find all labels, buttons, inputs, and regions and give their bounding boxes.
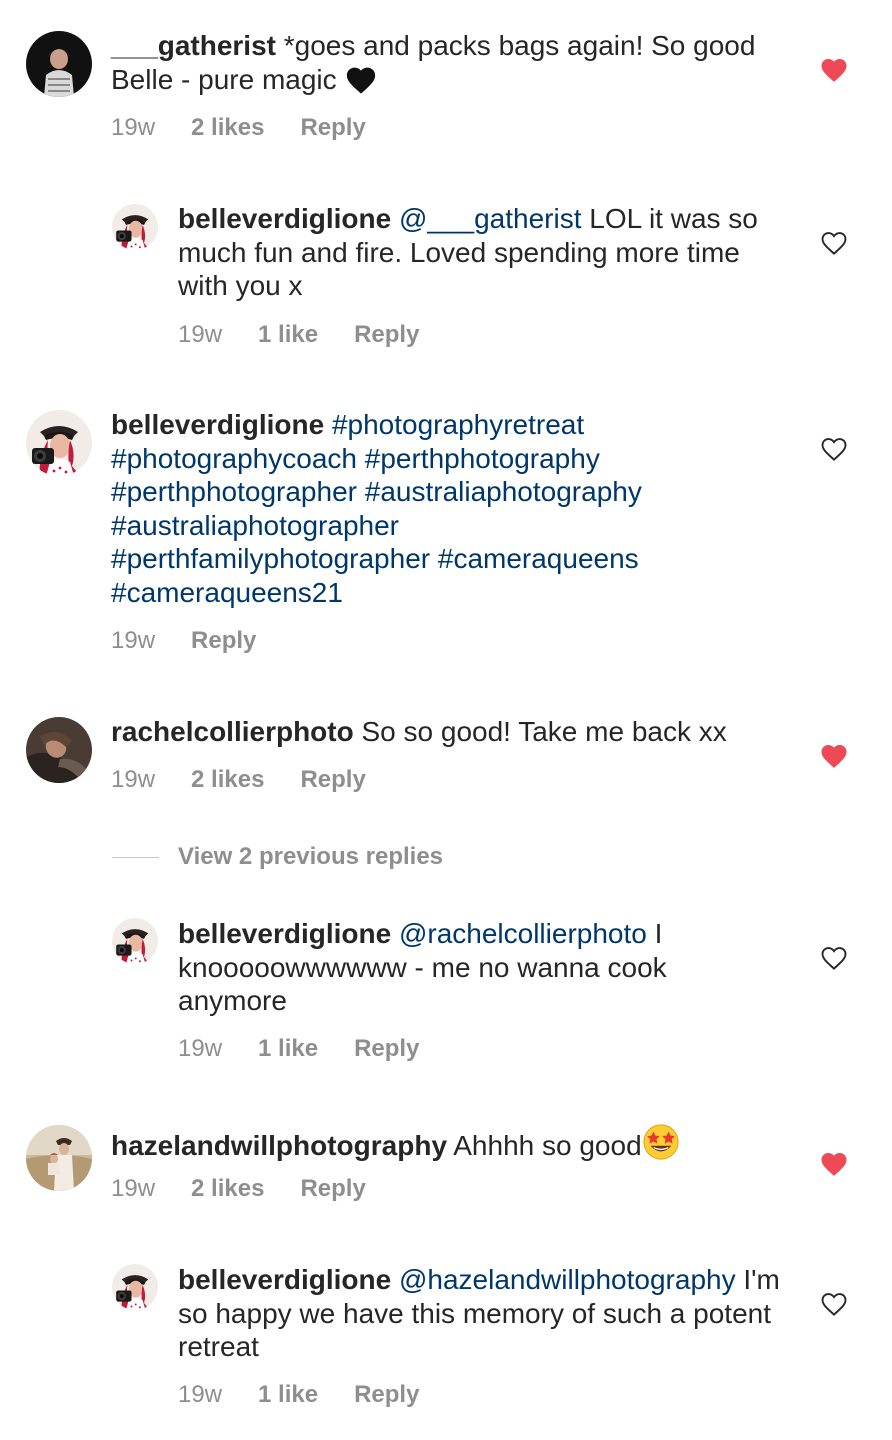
comment-text: Ahhhh so good [453, 1130, 642, 1161]
mention-link[interactable]: @___gatherist [399, 203, 582, 234]
comment-likes[interactable]: 2 likes [191, 765, 264, 795]
comment-body: hazelandwillphotography Ahhhh so good [111, 1123, 811, 1169]
avatar[interactable] [112, 918, 158, 964]
heart-outline-icon[interactable] [819, 434, 849, 462]
comment-time[interactable]: 19w [111, 765, 155, 795]
comment-username[interactable]: belleverdiglione [178, 918, 391, 949]
reply-button[interactable]: Reply [300, 113, 365, 143]
avatar[interactable] [112, 204, 158, 250]
comment-body: belleverdiglione @rachelcollierphoto I k… [178, 917, 778, 1018]
heart-filled-icon[interactable] [819, 1149, 849, 1177]
heart-outline-icon[interactable] [819, 1289, 849, 1317]
mention-link[interactable]: @hazelandwillphotography [399, 1264, 736, 1295]
comment-time[interactable]: 19w [111, 113, 155, 143]
heart-outline-icon[interactable] [819, 943, 849, 971]
comment-likes[interactable]: 2 likes [191, 113, 264, 143]
comment-time[interactable]: 19w [178, 320, 222, 350]
reply-button[interactable]: Reply [300, 1174, 365, 1204]
comment-likes[interactable]: 2 likes [191, 1174, 264, 1204]
reply-button[interactable]: Reply [354, 1380, 419, 1410]
reply-button[interactable]: Reply [191, 626, 256, 656]
comment-body: belleverdiglione @___gatherist LOL it wa… [178, 202, 778, 303]
avatar[interactable] [26, 410, 92, 476]
comment-meta: 19w 2 likes Reply [111, 765, 366, 795]
comment-meta: 19w 1 like Reply [178, 320, 419, 350]
avatar[interactable] [26, 717, 92, 783]
view-previous-replies[interactable]: View 2 previous replies [112, 842, 443, 872]
heart-filled-icon[interactable] [819, 55, 849, 83]
star-struck-icon [642, 1123, 680, 1169]
reply-button[interactable]: Reply [354, 320, 419, 350]
comment-body: belleverdiglione @hazelandwillphotograph… [178, 1263, 788, 1364]
reply-button[interactable]: Reply [300, 765, 365, 795]
comment-time[interactable]: 19w [178, 1034, 222, 1064]
comment-username[interactable]: belleverdiglione [178, 1264, 391, 1295]
comment-username[interactable]: hazelandwillphotography [111, 1130, 447, 1161]
comment-body: ___gatherist *goes and packs bags again!… [111, 29, 771, 102]
comment-meta: 19w 2 likes Reply [111, 1174, 366, 1204]
comment-meta: 19w 2 likes Reply [111, 113, 366, 143]
heart-filled-icon[interactable] [819, 741, 849, 769]
black-heart-icon [344, 63, 378, 103]
comment-likes[interactable]: 1 like [258, 1034, 318, 1064]
comment-likes[interactable]: 1 like [258, 1380, 318, 1410]
avatar[interactable] [112, 1264, 158, 1310]
heart-outline-icon[interactable] [819, 228, 849, 256]
avatar[interactable] [26, 31, 92, 97]
reply-button[interactable]: Reply [354, 1034, 419, 1064]
comment-meta: 19w 1 like Reply [178, 1034, 419, 1064]
comment-meta: 19w 1 like Reply [178, 1380, 419, 1410]
comment-body: rachelcollierphoto So so good! Take me b… [111, 715, 811, 749]
comment-time[interactable]: 19w [178, 1380, 222, 1410]
comment-text: So so good! Take me back xx [361, 716, 727, 747]
comment-username[interactable]: belleverdiglione [111, 409, 324, 440]
comment-username[interactable]: rachelcollierphoto [111, 716, 354, 747]
mention-link[interactable]: @rachelcollierphoto [399, 918, 647, 949]
comment-username[interactable]: ___gatherist [111, 30, 276, 61]
comment-time[interactable]: 19w [111, 626, 155, 656]
comment-meta: 19w Reply [111, 626, 256, 656]
replies-divider [112, 857, 159, 859]
comment-likes[interactable]: 1 like [258, 320, 318, 350]
comment-time[interactable]: 19w [111, 1174, 155, 1204]
avatar[interactable] [26, 1125, 92, 1191]
view-replies-label[interactable]: View 2 previous replies [178, 843, 443, 870]
comment-body: belleverdiglione #photographyretreat #ph… [111, 408, 721, 609]
comment-username[interactable]: belleverdiglione [178, 203, 391, 234]
